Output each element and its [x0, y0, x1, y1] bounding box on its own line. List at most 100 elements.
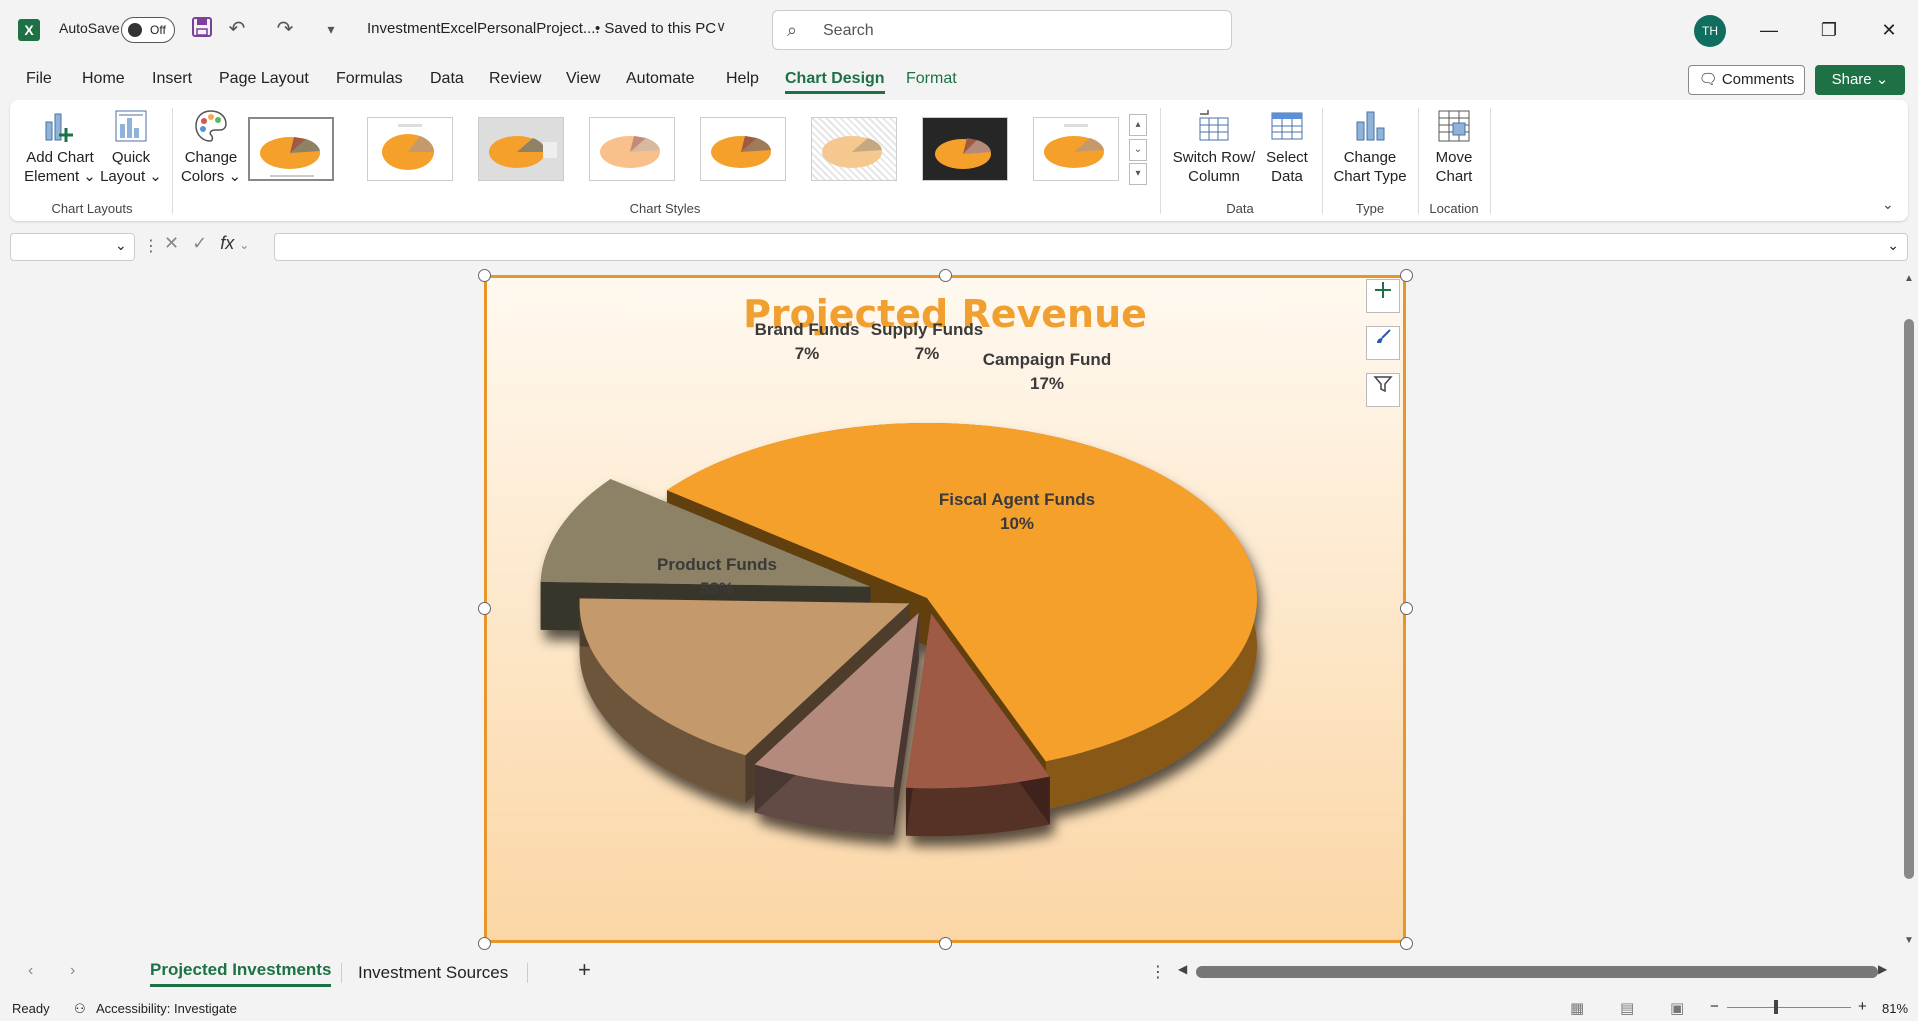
more-options-icon[interactable]: ⋮	[143, 236, 159, 256]
vertical-scrollbar[interactable]: ▲ ▼	[1900, 271, 1918, 955]
resize-handle[interactable]	[1400, 602, 1413, 615]
change-colors-label-2: Colors ⌄	[180, 168, 242, 185]
undo-icon[interactable]: ↶	[224, 16, 250, 42]
chevron-down-icon[interactable]: ⌄	[115, 237, 127, 254]
select-data-button[interactable]: Select Data	[1262, 108, 1312, 186]
zoom-slider[interactable]	[1727, 1007, 1851, 1008]
scroll-up-icon[interactable]: ▲	[1904, 273, 1914, 284]
change-colors-button[interactable]: Change Colors ⌄	[178, 108, 244, 186]
comments-button[interactable]: 🗨 Comments	[1688, 65, 1805, 95]
resize-handle[interactable]	[939, 937, 952, 950]
minimize-icon[interactable]: —	[1749, 14, 1789, 46]
chart-styles-button[interactable]	[1366, 326, 1400, 360]
more-options-icon[interactable]: ⋮	[1150, 962, 1166, 982]
tab-home[interactable]: Home	[82, 70, 125, 88]
resize-handle[interactable]	[478, 937, 491, 950]
resize-handle[interactable]	[1400, 937, 1413, 950]
avatar[interactable]: TH	[1694, 15, 1726, 47]
scroll-right-icon[interactable]: ▶	[1878, 962, 1887, 976]
normal-view-icon[interactable]: ▦	[1570, 999, 1584, 1017]
restore-icon[interactable]: ❐	[1809, 14, 1849, 46]
chart-elements-button[interactable]	[1366, 279, 1400, 313]
chart-area[interactable]: Projected Revenue Product Funds 58% Brand …	[484, 275, 1406, 943]
prev-sheet-icon[interactable]: ‹	[28, 962, 33, 980]
tab-format[interactable]: Format	[906, 70, 957, 88]
chart-style-5[interactable]	[700, 117, 786, 181]
tab-view[interactable]: View	[566, 70, 600, 88]
tab-insert[interactable]: Insert	[152, 70, 192, 88]
expand-formula-icon[interactable]: ⌄	[1887, 237, 1899, 254]
zoom-in-icon[interactable]: +	[1858, 998, 1867, 1015]
chevron-down-icon[interactable]: ⌄	[239, 238, 249, 252]
gallery-more-icon[interactable]: ▾	[1129, 163, 1147, 185]
sheet-tab-projected-investments[interactable]: Projected Investments	[150, 960, 332, 987]
enter-icon[interactable]: ✓	[192, 233, 207, 253]
search-input[interactable]: ⌕ Search	[772, 10, 1232, 50]
chart-style-7[interactable]	[922, 117, 1008, 181]
sheet-tab-investment-sources[interactable]: Investment Sources	[358, 963, 508, 983]
cancel-icon[interactable]: ✕	[164, 233, 179, 253]
chart-style-2[interactable]	[367, 117, 453, 181]
save-icon[interactable]	[189, 16, 215, 42]
change-chart-type-label-2: Chart Type	[1333, 168, 1407, 185]
save-status[interactable]: • Saved to this PC	[595, 20, 716, 37]
gallery-scroll-down-icon[interactable]: ⌄	[1129, 139, 1147, 161]
change-chart-type-button[interactable]: Change Chart Type	[1330, 108, 1410, 186]
quick-layout-button[interactable]: Quick Layout ⌄	[100, 108, 162, 186]
switch-row-column-button[interactable]: Switch Row/ Column	[1168, 108, 1260, 186]
scroll-left-icon[interactable]: ◀	[1178, 962, 1187, 976]
tab-automate[interactable]: Automate	[626, 70, 694, 88]
autosave-toggle[interactable]: Off	[121, 17, 175, 43]
next-sheet-icon[interactable]: ›	[70, 962, 75, 980]
zoom-out-icon[interactable]: −	[1710, 998, 1719, 1015]
comments-label: Comments	[1721, 71, 1795, 88]
gallery-scroll-up-icon[interactable]: ▴	[1129, 114, 1147, 136]
tab-data[interactable]: Data	[430, 70, 464, 88]
scroll-down-icon[interactable]: ▼	[1904, 935, 1914, 946]
insert-function-icon[interactable]: fx	[220, 233, 234, 253]
tab-review[interactable]: Review	[489, 70, 541, 88]
chart-style-1[interactable]	[248, 117, 334, 181]
search-placeholder: Search	[823, 22, 874, 39]
ribbon-collapse-icon[interactable]: ⌄	[1882, 196, 1894, 213]
tab-page-layout[interactable]: Page Layout	[219, 70, 309, 88]
vertical-scroll-thumb[interactable]	[1904, 319, 1914, 879]
data-label-campaign-fund[interactable]: Campaign Fund 17%	[957, 348, 1137, 396]
close-icon[interactable]: ✕	[1869, 14, 1909, 46]
share-button[interactable]: Share ⌄	[1815, 65, 1905, 95]
data-label-category: Product Funds	[657, 555, 777, 574]
resize-handle[interactable]	[478, 602, 491, 615]
document-title[interactable]: InvestmentExcelPersonalProject....	[367, 20, 600, 37]
pie-plot[interactable]	[487, 278, 1403, 940]
tab-help[interactable]: Help	[726, 70, 759, 88]
page-break-view-icon[interactable]: ▣	[1670, 999, 1684, 1017]
data-label-product-funds[interactable]: Product Funds 58%	[627, 553, 807, 601]
name-box[interactable]: ⌄	[10, 233, 135, 261]
data-label-fiscal-agent-funds[interactable]: Fiscal Agent Funds 10%	[927, 488, 1107, 536]
tab-chart-design[interactable]: Chart Design	[785, 70, 885, 94]
accessibility-status[interactable]: Accessibility: Investigate	[96, 1001, 237, 1016]
add-chart-element-button[interactable]: Add Chart Element ⌄	[22, 108, 98, 186]
chart-filters-button[interactable]	[1366, 373, 1400, 407]
tab-file[interactable]: File	[26, 70, 52, 88]
resize-handle[interactable]	[1400, 269, 1413, 282]
redo-icon[interactable]: ↷	[272, 16, 298, 42]
chevron-down-icon[interactable]: ∨	[716, 18, 726, 35]
resize-handle[interactable]	[939, 269, 952, 282]
select-data-label-2: Data	[1271, 168, 1303, 185]
formula-input[interactable]: ⌄	[274, 233, 1908, 261]
add-sheet-icon[interactable]: +	[578, 957, 591, 983]
customize-toolbar-icon[interactable]: ▾	[318, 16, 344, 42]
move-chart-button[interactable]: Move Chart	[1424, 108, 1484, 186]
zoom-level[interactable]: 81%	[1882, 1001, 1908, 1016]
page-layout-view-icon[interactable]: ▤	[1620, 999, 1634, 1017]
tab-formulas[interactable]: Formulas	[336, 70, 403, 88]
resize-handle[interactable]	[478, 269, 491, 282]
chart-style-8[interactable]	[1033, 117, 1119, 181]
chart-style-3[interactable]	[478, 117, 564, 181]
zoom-slider-thumb[interactable]	[1774, 1000, 1778, 1014]
chart-style-6[interactable]	[811, 117, 897, 181]
horizontal-scroll-thumb[interactable]	[1196, 966, 1878, 978]
accessibility-icon[interactable]: ⚇	[74, 1001, 86, 1017]
chart-style-4[interactable]	[589, 117, 675, 181]
